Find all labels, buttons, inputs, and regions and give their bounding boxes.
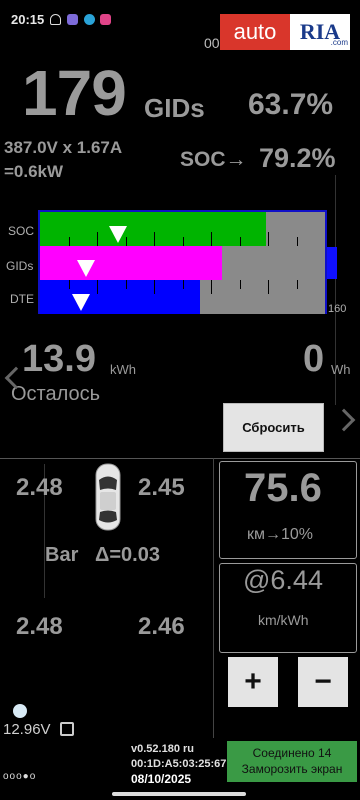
battery-bar-graph — [38, 210, 327, 314]
soc-bar — [40, 212, 325, 246]
gids-bar — [40, 246, 325, 280]
gids-unit: GIDs — [144, 93, 205, 123]
car-top-view-icon — [95, 463, 121, 531]
telegram-icon — [84, 14, 95, 25]
watermark-logo: auto RIA .com — [220, 10, 352, 54]
dte-bar — [40, 280, 325, 314]
scale-tick — [268, 280, 269, 294]
calendar-icon[interactable] — [60, 722, 74, 736]
used-energy-value: 0 — [303, 338, 325, 380]
app-version: v0.52.180 ru — [131, 743, 194, 755]
decrease-button[interactable]: − — [298, 657, 348, 707]
lightbulb-icon — [13, 704, 27, 718]
soc-percent: 79.2% — [259, 143, 336, 173]
soc-bar-ticks — [40, 212, 325, 246]
range-value: 75.6 — [244, 466, 322, 510]
efficiency-unit: km/kWh — [258, 612, 309, 628]
power-value: =0.6kW — [4, 162, 64, 181]
scale-tick — [268, 232, 269, 246]
scale-tick — [154, 280, 155, 294]
device-mac-address: 00:1D:A5:03:25:67 — [131, 758, 227, 770]
watermark-auto: auto — [220, 14, 290, 50]
remaining-energy-value: 13.9 — [22, 338, 96, 380]
scale-tick — [211, 232, 212, 246]
connection-status: Соединено 14 — [252, 746, 332, 760]
status-bar-time: 20:15 — [11, 12, 45, 27]
soc-label: SOC→ — [180, 148, 247, 171]
soc-marker-icon — [109, 226, 127, 243]
scale-tick — [239, 237, 241, 246]
instagram-icon — [100, 14, 111, 25]
tire-pressure-delta: Δ=0.03 — [95, 544, 160, 566]
efficiency-value: @6.44 — [243, 565, 323, 595]
scale-tick — [211, 280, 212, 294]
scale-tick — [125, 280, 127, 289]
freeze-screen-label: Заморозить экран — [241, 762, 343, 776]
scale-tick — [296, 280, 298, 289]
scale-tick — [182, 237, 184, 246]
dte-row-label: DTE — [10, 292, 34, 306]
current-date: 08/10/2025 — [131, 772, 192, 786]
gids-bar-fill — [40, 246, 222, 280]
gids-row-label: GIDs — [6, 259, 34, 273]
scale-tick — [68, 280, 70, 289]
scale-tick — [97, 232, 98, 246]
scale-tick — [296, 237, 298, 246]
gids-bar-edge — [327, 247, 337, 279]
tire-front-right: 2.45 — [138, 474, 185, 501]
scale-tick — [182, 280, 184, 289]
page-indicator-dots[interactable]: ooo●o — [3, 771, 36, 782]
gids-marker-icon — [77, 260, 95, 277]
muted-bell-icon — [50, 14, 61, 25]
remaining-label: Осталось — [11, 383, 101, 405]
scale-end-label: 160 — [328, 303, 347, 315]
used-energy-unit: Wh — [331, 362, 351, 377]
scale-tick — [239, 280, 241, 289]
scale-tick — [97, 280, 98, 294]
range-unit: км→10% — [247, 526, 314, 543]
voltage-current: 387.0V x 1.67A — [4, 138, 123, 157]
soc-row-label: SOC — [8, 224, 35, 238]
gids-value: 179 — [22, 57, 127, 129]
scale-tick — [154, 232, 155, 246]
increase-button[interactable]: + — [228, 657, 278, 707]
reset-button[interactable]: Сбросить — [223, 403, 324, 452]
aux-battery-voltage: 12.96V — [3, 721, 51, 738]
scale-tick — [68, 237, 70, 246]
gids-percent: 63.7% — [248, 88, 334, 121]
chevron-right-icon[interactable] — [332, 408, 356, 432]
tire-rear-right: 2.46 — [138, 613, 185, 640]
remaining-energy-unit: kWh — [110, 362, 136, 377]
tire-front-left: 2.48 — [16, 474, 63, 501]
tire-pressure-unit: Bar — [45, 544, 79, 566]
tire-rear-left: 2.48 — [16, 613, 63, 640]
dte-marker-icon — [72, 294, 90, 311]
freeze-screen-button[interactable]: Соединено 14 Заморозить экран — [227, 741, 357, 782]
viber-icon — [67, 14, 78, 25]
navigation-handle[interactable] — [112, 792, 246, 796]
section-divider — [0, 458, 360, 459]
watermark-suffix: .com — [330, 38, 348, 47]
column-divider — [213, 458, 214, 738]
